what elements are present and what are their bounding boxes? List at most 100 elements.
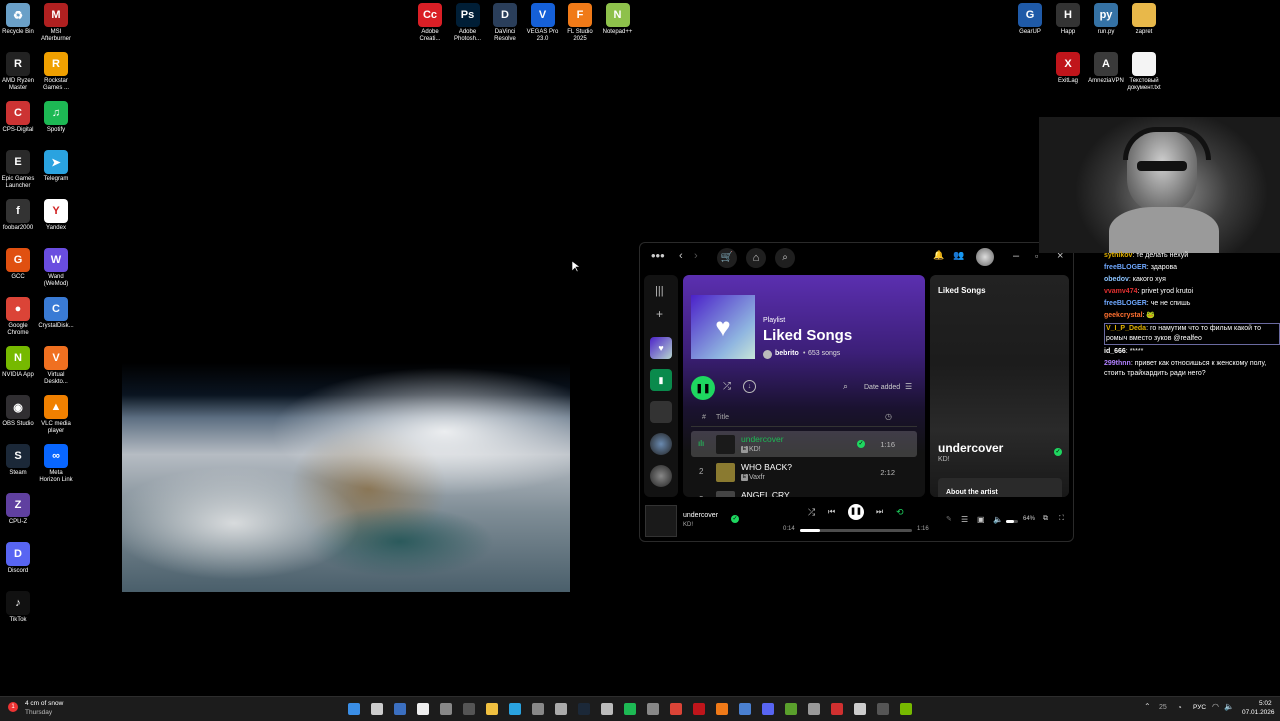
- desktop-icon[interactable]: ∞ Meta Horizon Link: [36, 444, 76, 484]
- saved-check-icon[interactable]: ✓: [857, 440, 865, 448]
- chat-username[interactable]: geekcrystal: [1104, 312, 1143, 319]
- chat-username[interactable]: obedov: [1104, 276, 1129, 283]
- track-row[interactable]: 2 WHO BACK? E Vaxfr 2:12: [691, 459, 917, 485]
- chat-username[interactable]: freeBLOGER: [1104, 300, 1147, 307]
- taskbar-app-icon[interactable]: [463, 703, 475, 715]
- track-title[interactable]: undercover: [741, 434, 784, 444]
- taskbar-app-icon[interactable]: [808, 703, 820, 715]
- chat-username[interactable]: freeBLOGER: [1104, 264, 1147, 271]
- clock-time[interactable]: 5:02: [1259, 700, 1272, 707]
- taskbar-app-icon[interactable]: [647, 703, 659, 715]
- taskbar-app-icon[interactable]: [417, 703, 429, 715]
- player-saved-check-icon[interactable]: ✓: [731, 515, 739, 523]
- volume-icon[interactable]: 🔈: [993, 515, 1003, 524]
- desktop-icon[interactable]: ♫ Spotify: [36, 101, 76, 134]
- obs-taskbar-icon[interactable]: [601, 703, 613, 715]
- desktop-icon[interactable]: X ExitLag: [1048, 52, 1088, 85]
- desktop-icon[interactable]: D Discord: [0, 542, 38, 575]
- desktop-icon[interactable]: ♻ Recycle Bin: [0, 3, 38, 36]
- desktop-icon[interactable]: A AmneziaVPN: [1086, 52, 1126, 85]
- chat-username[interactable]: 299thnn: [1104, 360, 1131, 367]
- weather-line2[interactable]: Thursday: [25, 709, 52, 716]
- chrome-taskbar-icon[interactable]: [670, 703, 682, 715]
- play-pause-button[interactable]: ❚❚: [691, 376, 715, 400]
- desktop-icon[interactable]: H Happ: [1048, 3, 1088, 36]
- desktop-icon[interactable]: W Wand (WeMod): [36, 248, 76, 288]
- back-arrow-icon[interactable]: ‹: [679, 250, 683, 262]
- taskbar-app-icon[interactable]: [831, 703, 843, 715]
- desktop-icon[interactable]: V VEGAS Pro 23.0: [523, 3, 563, 43]
- desktop-icon[interactable]: V Virtual Deskto...: [36, 346, 76, 386]
- taskbar-app-icon[interactable]: [555, 703, 567, 715]
- list-view-icon[interactable]: ☰: [905, 382, 912, 391]
- lyrics-icon[interactable]: ✎: [946, 515, 952, 523]
- desktop-icon[interactable]: D DaVinci Resolve: [485, 3, 525, 43]
- track-row[interactable]: 3 ANGEL CRY: [691, 487, 917, 497]
- desktop-icon[interactable]: R AMD Ryzen Master: [0, 52, 38, 92]
- sort-dropdown[interactable]: Date added: [864, 384, 900, 391]
- rail-liked-songs[interactable]: ♥: [650, 337, 672, 359]
- chat-username[interactable]: vvamv474: [1104, 288, 1137, 295]
- task-view-icon[interactable]: [394, 703, 406, 715]
- player-artist[interactable]: KD!: [683, 522, 693, 528]
- forward-arrow-icon[interactable]: ›: [694, 250, 698, 262]
- clock-date[interactable]: 07.01.2026: [1242, 709, 1275, 716]
- track-row[interactable]: undercover E KD! ✓ 1:16 ılı: [691, 431, 917, 457]
- desktop-icon[interactable]: Cc Adobe Creati...: [410, 3, 450, 43]
- language-indicator[interactable]: РУС: [1193, 704, 1206, 711]
- list-search-icon[interactable]: ⌕: [843, 381, 848, 392]
- discord-taskbar-icon[interactable]: [762, 703, 774, 715]
- taskbar-app-icon[interactable]: [532, 703, 544, 715]
- track-title[interactable]: WHO BACK?: [741, 462, 792, 472]
- track-artist[interactable]: KD!: [749, 446, 761, 453]
- desktop-icon[interactable]: N Notepad++: [598, 3, 638, 36]
- spotify-taskbar-icon[interactable]: [624, 703, 636, 715]
- about-artist-card[interactable]: About the artist: [938, 478, 1062, 497]
- panel-track[interactable]: undercover: [938, 441, 1003, 455]
- desktop-icon[interactable]: ● Google Chrome: [0, 297, 38, 337]
- windows-start-icon[interactable]: [348, 703, 360, 715]
- desktop-icon[interactable]: py run.py: [1086, 3, 1126, 36]
- weather-line1[interactable]: 4 cm of snow: [25, 700, 63, 707]
- nvidia-taskbar-icon[interactable]: [900, 703, 912, 715]
- friends-icon[interactable]: 👥: [953, 250, 964, 261]
- desktop-icon[interactable]: ◉ OBS Studio: [0, 395, 38, 428]
- file-explorer-icon[interactable]: [486, 703, 498, 715]
- panel-artist[interactable]: KD!: [938, 456, 950, 463]
- taskbar-app-icon[interactable]: [716, 703, 728, 715]
- rail-artist-1[interactable]: [650, 433, 672, 455]
- rail-artist-2[interactable]: [650, 465, 672, 487]
- player-pause-button[interactable]: ❚❚: [848, 504, 864, 520]
- rail-playlist-1[interactable]: [650, 401, 672, 423]
- bell-icon[interactable]: 🔔: [933, 250, 944, 261]
- desktop-icon[interactable]: G GCC: [0, 248, 38, 281]
- player-shuffle-icon[interactable]: ⤮: [808, 507, 815, 518]
- fullscreen-icon[interactable]: ⛶: [1059, 515, 1064, 523]
- minecraft-taskbar-icon[interactable]: [785, 703, 797, 715]
- desktop-icon[interactable]: F FL Studio 2025: [560, 3, 600, 43]
- desktop-icon[interactable]: C CrystalDisk...: [36, 297, 76, 330]
- player-thumb[interactable]: [645, 505, 677, 537]
- desktop-icon[interactable]: Текстовый документ.txt: [1124, 52, 1164, 92]
- desktop-icon[interactable]: Y Yandex: [36, 199, 76, 232]
- next-icon[interactable]: ⏭: [876, 507, 883, 517]
- desktop-icon[interactable]: ➤ Telegram: [36, 150, 76, 183]
- playlist-owner[interactable]: bebrito: [775, 350, 799, 357]
- cart-icon[interactable]: 🛒: [717, 248, 737, 268]
- home-icon[interactable]: ⌂: [746, 248, 766, 268]
- desktop-icon[interactable]: zapret: [1124, 3, 1164, 36]
- desktop-icon[interactable]: G GearUP: [1010, 3, 1050, 36]
- panel-saved-check-icon[interactable]: ✓: [1054, 448, 1062, 456]
- wifi-icon[interactable]: ◠: [1212, 702, 1219, 711]
- taskbar-app-icon[interactable]: [739, 703, 751, 715]
- menu-dots-icon[interactable]: •••: [651, 248, 665, 263]
- progress-track[interactable]: [800, 529, 912, 532]
- taskbar-app-icon[interactable]: [440, 703, 452, 715]
- repeat-icon[interactable]: ⟲: [896, 507, 904, 518]
- desktop-icon[interactable]: N NVIDIA App: [0, 346, 38, 379]
- desktop-icon[interactable]: ▲ VLC media player: [36, 395, 76, 435]
- search-icon[interactable]: ⌕: [775, 248, 795, 268]
- desktop-icon[interactable]: S Steam: [0, 444, 38, 477]
- taskbar-search-icon[interactable]: [371, 703, 383, 715]
- track-artist[interactable]: Vaxfr: [749, 474, 765, 481]
